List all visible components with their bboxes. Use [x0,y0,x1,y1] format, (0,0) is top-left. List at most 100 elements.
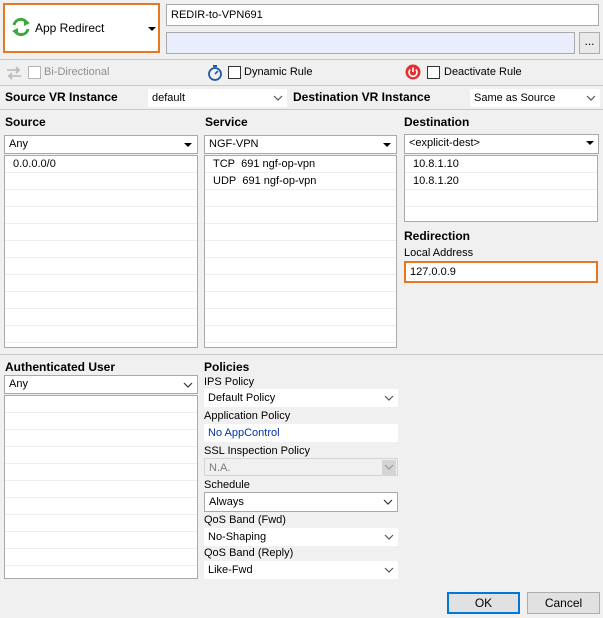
deactivate-rule-checkbox[interactable] [427,66,440,79]
empty-row [5,396,197,413]
empty-row [5,224,197,241]
separator [0,354,603,355]
destination-select[interactable]: <explicit-dest> [404,134,599,154]
service-port: 691 [242,175,261,187]
rule-name-input[interactable]: REDIR-to-VPN691 [166,4,599,26]
empty-row [5,447,197,464]
schedule-select[interactable]: Always [204,492,398,512]
empty-row [405,190,597,207]
list-item[interactable]: 10.8.1.10 [405,156,597,173]
destination-list[interactable]: 10.8.1.10 10.8.1.20 [404,155,598,222]
ips-policy-label: IPS Policy [204,376,255,388]
destination-vr-value: Same as Source [474,92,556,104]
qos-reply-label: QoS Band (Reply) [204,547,294,559]
ssl-policy-label: SSL Inspection Policy [204,445,310,457]
source-label: Source [5,115,46,129]
list-item[interactable]: UDP 691 ngf-op-vpn [205,173,396,190]
application-policy-link[interactable]: No AppControl [204,424,398,442]
source-select[interactable]: Any [4,135,198,154]
separator [0,109,603,110]
application-policy-value: No AppControl [208,427,280,439]
empty-row [205,326,396,343]
qos-reply-select[interactable]: Like-Fwd [204,561,398,579]
service-selected-value: NGF-VPN [209,138,259,150]
rule-type-selector[interactable]: App Redirect [3,3,160,53]
rule-description-input[interactable] [166,32,575,54]
auth-user-select[interactable]: Any [4,375,198,394]
schedule-label: Schedule [204,479,250,491]
empty-row [5,326,197,343]
service-protocol: TCP [213,158,235,170]
empty-row [205,241,396,258]
bidirectional-checkbox[interactable] [28,66,41,79]
chevron-down-icon [586,141,594,145]
chevron-down-icon [384,567,394,573]
separator [0,85,603,86]
ssl-policy-select[interactable]: N.A. [204,458,398,476]
rule-type-label: App Redirect [35,21,105,35]
source-vr-select[interactable]: default [148,89,287,107]
chevron-down-icon [383,499,393,505]
service-label: Service [205,115,248,129]
ok-button[interactable]: OK [447,592,520,614]
auth-user-list[interactable] [4,395,198,579]
destination-label: Destination [404,115,470,129]
empty-row [5,207,197,224]
source-vr-value: default [152,92,186,104]
local-address-input[interactable]: 127.0.0.9 [404,261,598,283]
empty-row [205,224,396,241]
empty-row [5,413,197,430]
source-vr-label: Source VR Instance [5,90,118,104]
chevron-down-icon [586,95,596,101]
local-address-label: Local Address [404,247,474,259]
bidirectional-arrows-icon [6,66,22,80]
empty-row [205,292,396,309]
ips-policy-select[interactable]: Default Policy [204,389,398,407]
qos-reply-value: Like-Fwd [208,564,253,576]
schedule-value: Always [209,496,244,508]
qos-fwd-select[interactable]: No-Shaping [204,528,398,546]
service-name: ngf-op-vpn [262,158,316,170]
chevron-down-icon [384,534,394,540]
chevron-down-icon [184,143,192,147]
service-select[interactable]: NGF-VPN [204,135,397,154]
empty-row [5,532,197,549]
service-protocol: UDP [213,175,237,187]
chevron-down-icon [273,95,283,101]
source-list[interactable]: 0.0.0.0/0 [4,155,198,348]
browse-button[interactable]: ... [579,32,600,54]
ssl-policy-value: N.A. [209,462,231,474]
source-selected-value: Any [9,138,28,150]
empty-row [5,481,197,498]
auth-user-label: Authenticated User [5,360,116,374]
empty-row [205,275,396,292]
refresh-arrows-icon [10,16,32,38]
deactivate-rule-label: Deactivate Rule [444,66,522,78]
policies-label: Policies [204,360,250,374]
destination-vr-select[interactable]: Same as Source [470,89,600,107]
qos-fwd-value: No-Shaping [208,531,267,543]
chevron-down-icon [383,143,391,147]
list-item[interactable]: 10.8.1.20 [405,173,597,190]
dynamic-rule-checkbox[interactable] [228,66,241,79]
empty-row [5,173,197,190]
empty-row [5,275,197,292]
dropdown-button [382,460,396,475]
chevron-down-icon [384,464,394,470]
chevron-down-icon [148,27,156,31]
empty-row [205,309,396,326]
chevron-down-icon [183,382,193,388]
cancel-button[interactable]: Cancel [527,592,600,614]
list-item[interactable]: TCP 691 ngf-op-vpn [205,156,396,173]
empty-row [5,292,197,309]
service-list[interactable]: TCP 691 ngf-op-vpn UDP 691 ngf-op-vpn [204,155,397,348]
ips-policy-value: Default Policy [208,392,276,404]
empty-row [5,241,197,258]
destination-vr-label: Destination VR Instance [293,90,431,104]
redirection-label: Redirection [404,229,471,243]
service-name: ngf-op-vpn [263,175,317,187]
service-port: 691 [241,158,260,170]
dynamic-rule-label: Dynamic Rule [244,66,313,78]
empty-row [5,190,197,207]
list-item[interactable]: 0.0.0.0/0 [5,156,197,173]
